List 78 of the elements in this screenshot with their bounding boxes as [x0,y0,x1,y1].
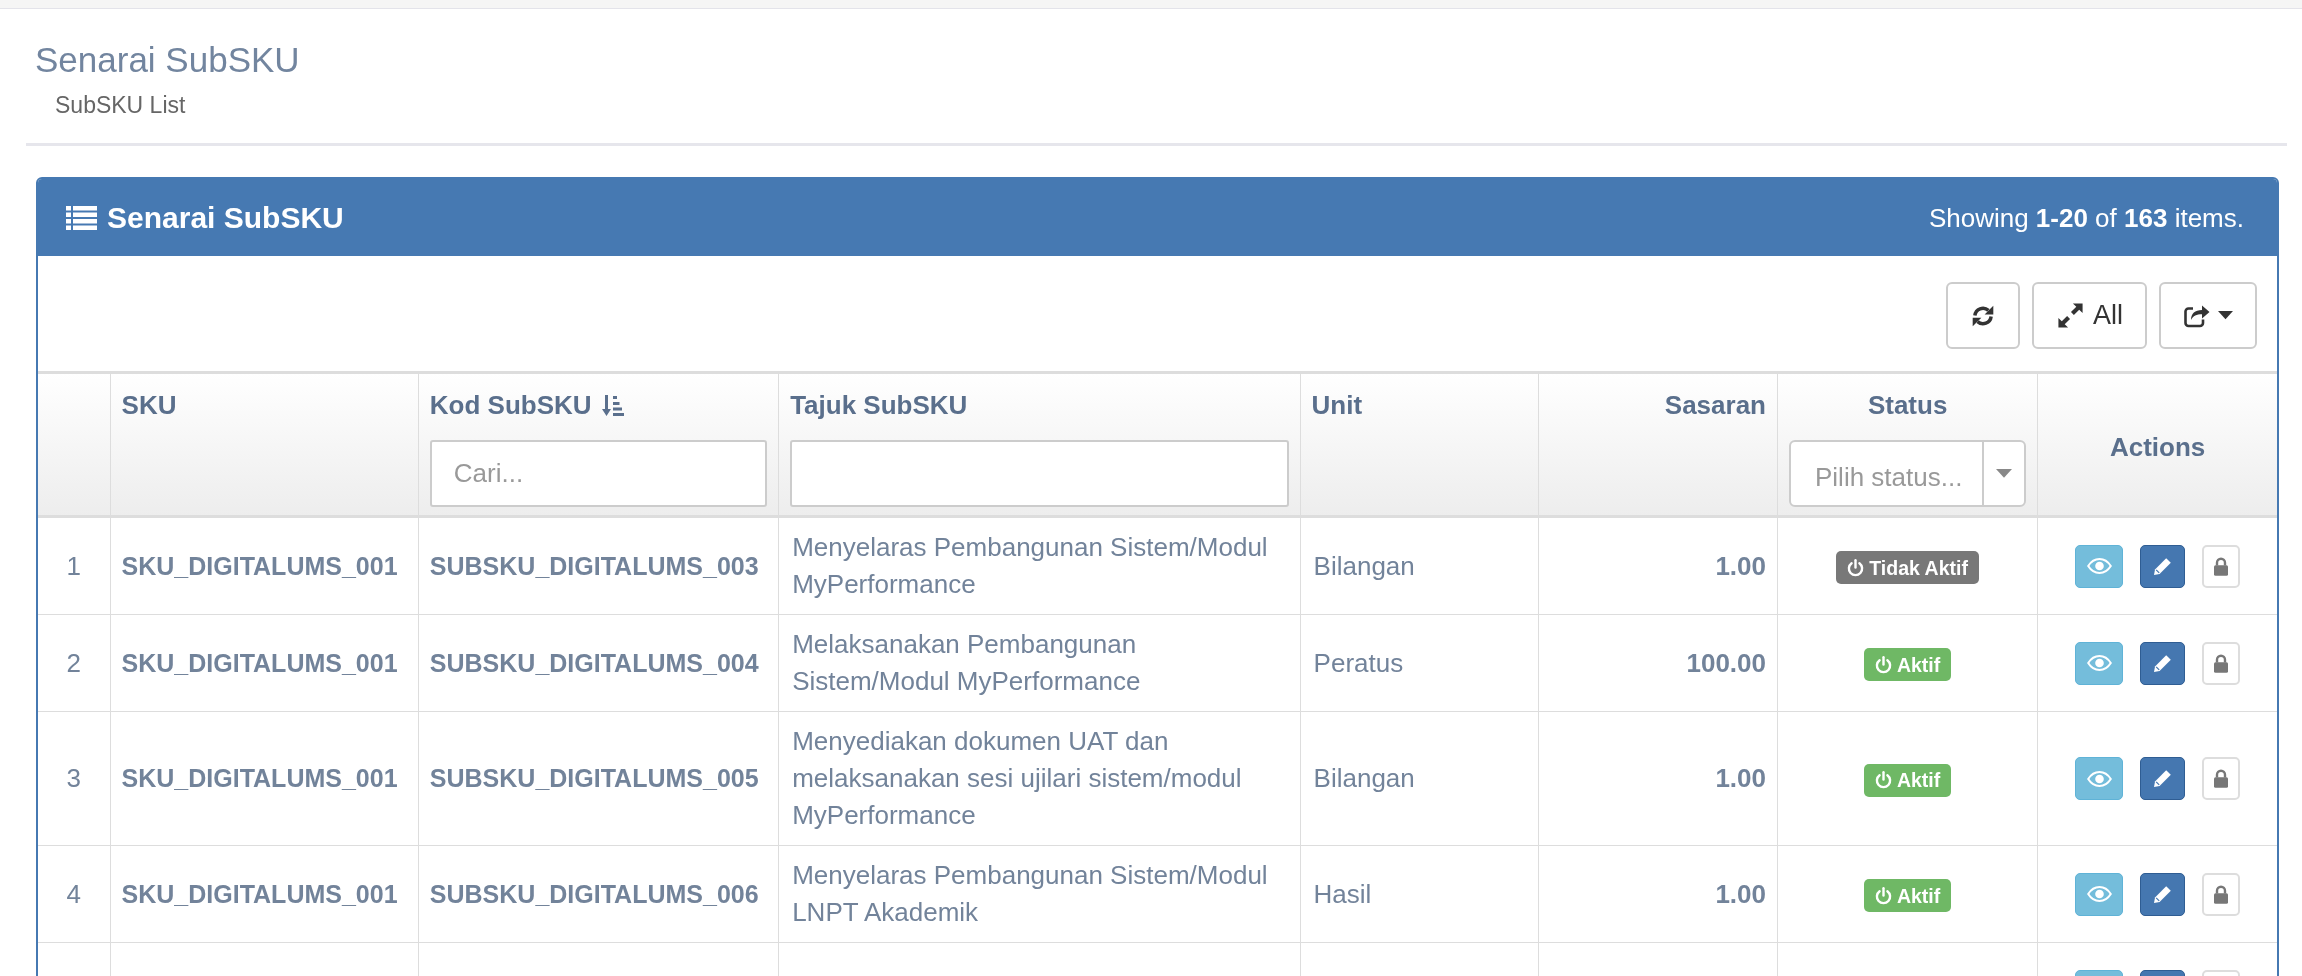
table-cell: 4 [38,845,111,943]
lock-button[interactable] [2202,641,2241,685]
table-cell: SUBSKU_DIGITALUMS_005 [418,711,779,846]
column-header[interactable]: Unit [1311,387,1363,424]
lock-button[interactable] [2202,544,2241,588]
lock-icon [2213,884,2230,904]
status-label: Aktif [1896,885,1941,906]
power-icon [1874,771,1892,790]
edit-button[interactable] [2140,544,2186,588]
refresh-button[interactable] [1946,282,2020,349]
caret-icon [1996,469,2013,478]
search-field[interactable]: Cari... [429,440,768,507]
lock-button[interactable] [2202,757,2241,800]
pencil-icon [2153,653,2173,673]
column-header[interactable]: Status [1867,387,1948,424]
list-icon [66,205,97,230]
eye-icon [2086,558,2112,574]
status-label: Tidak Aktif [1869,557,1968,578]
table-cell: 2 [38,614,111,712]
pencil-icon [2153,556,2173,576]
table-cell: SUBSKU_DIGITALUMS_004 [418,614,779,712]
summary-text: Showing 1-20 of 163 items. [1928,202,2244,233]
table-cell: Menyelaras Pembangunan Sistem/Modul MyPerformance [778,516,1301,615]
status-label: Aktif [1896,770,1941,791]
status-select[interactable]: Pilih status... [1789,440,2027,507]
table-cell: SKU_DIGITALUMS_001 [110,516,419,615]
table-cell: SKU_DIGITALUMS_001 [110,845,419,943]
table-cell: SUBSKU_DIGITALUMS_006 [418,845,779,943]
table-cell: 100.00 [1538,614,1778,712]
power-icon [1874,886,1892,905]
column-header[interactable]: Sasaran [1664,387,1766,424]
expand-button[interactable]: All [2032,282,2147,349]
expand-icon [2056,301,2085,330]
lock-icon [2213,769,2230,788]
eye-icon [2086,886,2112,902]
table-cell: 1.00 [1538,711,1778,846]
view-button[interactable] [2075,757,2124,800]
table-cell: Menyediakan dokumen UAT dan melaksanakan sesi ujilari sistem/modul MyPerformance [778,711,1301,846]
export-button[interactable] [2159,282,2257,349]
status-label: Aktif [1896,654,1941,675]
column-header[interactable]: Kod SubSKU [429,387,624,424]
table-cell: SKU_DIGITALUMS_001 [110,711,419,846]
view-button[interactable] [2075,641,2124,685]
view-button[interactable] [2075,544,2124,588]
table-cell: 3 [38,711,111,846]
panel-title: Senarai SubSKU [107,200,344,235]
table-cell: 1 [38,516,111,615]
column-header[interactable]: SKU [121,387,177,424]
table-cell: Bilangan [1300,516,1539,615]
eye-icon [2086,770,2112,787]
lock-button[interactable] [2202,872,2241,916]
table-cell: SUBSKU_DIGITALUMS_003 [418,516,779,615]
lock-icon [2213,556,2230,576]
column-header[interactable]: Tajuk SubSKU [790,387,968,424]
caret-icon [2218,311,2233,320]
table-cell: Melaksanakan Pembangunan Sistem/Modul MyPerformance [778,614,1301,712]
page-subtitle: SubSKU List [55,92,186,118]
power-icon [1847,558,1865,577]
view-button[interactable] [2075,872,2124,916]
edit-button[interactable] [2140,757,2186,800]
filter-field[interactable] [790,440,1289,507]
table-cell: Peratus [1300,614,1539,712]
pencil-icon [2153,769,2173,788]
page-title: Senarai SubSKU [34,39,300,80]
table-cell: 1.00 [1538,516,1778,615]
table-cell: Menyelaras Pembangunan Sistem/Modul LNPT Akademik [778,845,1301,943]
power-icon [1874,655,1892,674]
table-cell: 1.00 [1538,845,1778,943]
column-header: Actions [2109,430,2206,464]
lock-icon [2213,653,2230,673]
table-cell: Hasil [1300,845,1539,943]
edit-button[interactable] [2140,641,2186,685]
edit-button[interactable] [2140,872,2186,916]
table-cell: Bilangan [1300,711,1539,846]
share-icon [2183,303,2210,328]
pencil-icon [2153,884,2173,904]
eye-icon [2086,655,2112,671]
table-cell: SKU_DIGITALUMS_001 [110,614,419,712]
